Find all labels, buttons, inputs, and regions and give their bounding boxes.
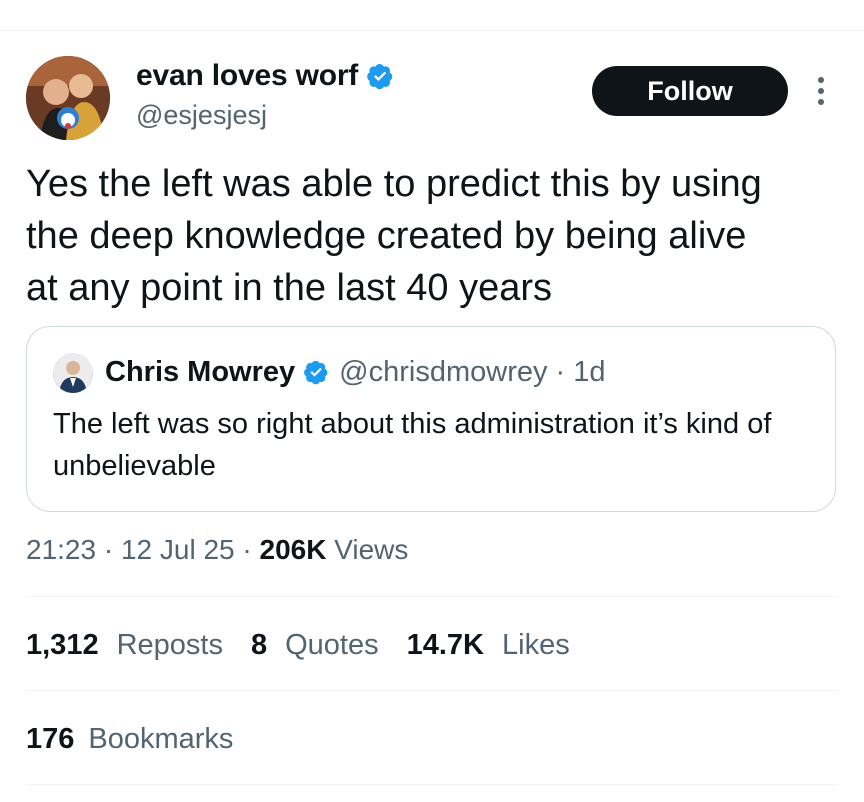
more-vertical-icon[interactable] (809, 74, 833, 108)
tweet-time[interactable]: 21:23 (26, 534, 96, 565)
views-label: Views (334, 534, 409, 565)
divider (26, 784, 838, 785)
tweet-date[interactable]: 12 Jul 25 (121, 534, 235, 565)
author-name[interactable]: evan loves worf (136, 59, 358, 93)
engagement-stats: 1,312 Reposts 8 Quotes 14.7K Likes (26, 624, 598, 666)
quoted-avatar-photo (53, 353, 93, 393)
avatar-photo (26, 56, 110, 140)
author-handle[interactable]: @esjesjesj (136, 100, 267, 131)
quoted-tweet-card[interactable]: Chris Mowrey @chrisdmowrey · 1d The left… (26, 326, 836, 512)
top-divider (0, 30, 864, 31)
quoted-author-avatar (53, 353, 93, 393)
bookmarks-count: 176 (26, 723, 75, 755)
meta-separator: · (96, 534, 121, 565)
author-avatar[interactable] (26, 56, 110, 140)
quoted-author-name: Chris Mowrey (105, 355, 296, 388)
reposts-stat[interactable]: 1,312 Reposts (26, 624, 223, 666)
reposts-label: Reposts (116, 629, 223, 661)
reposts-count: 1,312 (26, 629, 99, 661)
bookmarks-stat[interactable]: 176 Bookmarks (26, 718, 233, 760)
likes-label: Likes (502, 629, 570, 661)
tweet-meta: 21:23 · 12 Jul 25 · 206K Views (26, 530, 408, 570)
author-name-row: evan loves worf (136, 58, 394, 94)
views-count: 206K (259, 534, 327, 565)
tweet-text: Yes the left was able to predict this by… (26, 163, 762, 309)
quotes-label: Quotes (285, 629, 379, 661)
quoted-tweet-header: Chris Mowrey @chrisdmowrey · 1d (105, 351, 606, 393)
verified-badge-icon (367, 64, 393, 90)
meta-separator: · (234, 534, 260, 565)
quotes-count: 8 (250, 629, 268, 661)
quotes-stat[interactable]: 8 Quotes (251, 624, 379, 666)
follow-button[interactable]: Follow (592, 66, 788, 116)
divider (26, 596, 838, 597)
bookmarks-label: Bookmarks (88, 723, 234, 755)
likes-stat[interactable]: 14.7K Likes (407, 624, 570, 666)
quoted-handle-time: @chrisdmowrey · 1d (339, 355, 606, 388)
likes-count: 14.7K (406, 629, 484, 661)
divider (26, 690, 838, 691)
quoted-verified-badge-icon (304, 360, 328, 385)
quoted-tweet-text: The left was so right about this adminis… (53, 408, 772, 482)
